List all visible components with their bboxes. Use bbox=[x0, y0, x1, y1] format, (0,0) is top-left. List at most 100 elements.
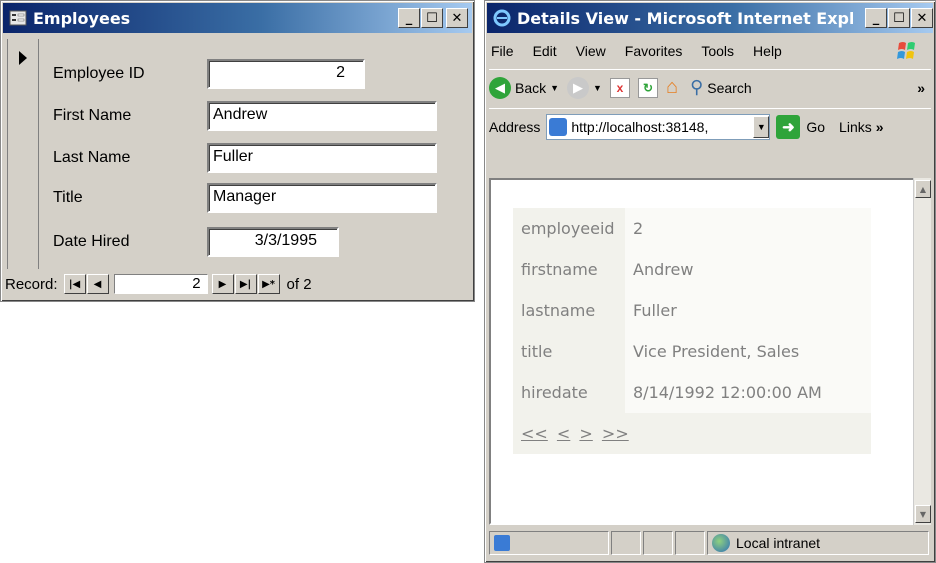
forward-dropdown-icon: ▼ bbox=[593, 82, 602, 93]
details-row: title Vice President, Sales bbox=[513, 331, 871, 372]
search-label: Search bbox=[707, 79, 752, 96]
record-label: Record: bbox=[5, 275, 58, 293]
next-record-button[interactable]: ▶ bbox=[211, 274, 234, 294]
pager-previous-link[interactable]: < bbox=[557, 424, 570, 443]
ie-maximize-button[interactable]: ☐ bbox=[888, 8, 910, 28]
address-dropdown-icon[interactable]: ▼ bbox=[753, 115, 770, 138]
details-row: employeeid 2 bbox=[513, 208, 871, 249]
go-label: Go bbox=[806, 118, 826, 135]
forward-arrow-icon: ▶ bbox=[567, 76, 590, 99]
title-field[interactable]: Manager bbox=[207, 183, 437, 213]
pager-next-link[interactable]: > bbox=[579, 424, 592, 443]
maximize-button[interactable]: ☐ bbox=[421, 8, 443, 28]
stop-icon: x bbox=[609, 77, 630, 98]
search-button[interactable]: ⚲ Search bbox=[690, 77, 752, 98]
scroll-up-icon[interactable]: ▲ bbox=[915, 180, 931, 198]
previous-record-button[interactable]: ◀ bbox=[86, 274, 109, 294]
close-button[interactable]: ✕ bbox=[446, 8, 468, 28]
back-button[interactable]: ◀ Back ▼ bbox=[489, 76, 559, 99]
ie-close-button[interactable]: ✕ bbox=[911, 8, 933, 28]
record-selector[interactable] bbox=[7, 39, 39, 269]
new-record-icon: ▶* bbox=[262, 278, 275, 290]
go-button[interactable]: ➜ Go bbox=[776, 114, 826, 139]
page-content: employeeid 2 firstname Andrew lastname F… bbox=[489, 178, 917, 525]
last-record-button[interactable]: ▶| bbox=[234, 274, 257, 294]
address-input[interactable]: http://localhost:38148, ▼ bbox=[546, 113, 771, 140]
address-label: Address bbox=[489, 118, 541, 135]
menu-edit[interactable]: Edit bbox=[531, 43, 559, 59]
first-record-button[interactable]: |◀ bbox=[63, 274, 86, 294]
forward-button[interactable]: ▶ ▼ bbox=[567, 76, 602, 99]
employee-id-field[interactable]: 2 bbox=[207, 59, 365, 89]
record-number-input[interactable]: 2 bbox=[113, 274, 208, 294]
record-count-label: of 2 bbox=[286, 275, 312, 293]
scroll-down-icon[interactable]: ▼ bbox=[915, 505, 931, 523]
details-field-label: employeeid bbox=[513, 208, 625, 249]
minimize-icon: _ bbox=[405, 10, 413, 26]
pager-first-link[interactable]: << bbox=[521, 424, 548, 443]
minimize-icon: _ bbox=[872, 10, 880, 26]
status-segment bbox=[643, 531, 673, 555]
date-hired-field[interactable]: 3/3/1995 bbox=[207, 227, 339, 257]
back-label: Back bbox=[515, 79, 547, 96]
back-arrow-icon: ◀ bbox=[489, 76, 511, 99]
refresh-button[interactable]: ↻ bbox=[637, 77, 658, 98]
minimize-button[interactable]: _ bbox=[398, 8, 420, 28]
windows-logo-icon bbox=[893, 39, 921, 63]
details-row: firstname Andrew bbox=[513, 249, 871, 290]
maximize-icon: ☐ bbox=[893, 10, 905, 26]
employees-window: Employees _ ☐ ✕ Employee ID 2 First Name… bbox=[0, 0, 475, 302]
stop-button[interactable]: x bbox=[609, 77, 630, 98]
new-record-button[interactable]: ▶* bbox=[257, 274, 280, 294]
details-field-value: Fuller bbox=[625, 290, 871, 331]
ie-address-bar: Address http://localhost:38148, ▼ ➜ Go L… bbox=[489, 108, 931, 144]
maximize-icon: ☐ bbox=[426, 10, 438, 26]
details-row: lastname Fuller bbox=[513, 290, 871, 331]
menu-view[interactable]: View bbox=[574, 43, 608, 59]
field-label-last-name: Last Name bbox=[53, 149, 131, 166]
pager-cell: << < > >> bbox=[513, 413, 871, 454]
field-label-first-name: First Name bbox=[53, 107, 132, 124]
address-url: http://localhost:38148, bbox=[571, 118, 709, 135]
menu-file[interactable]: File bbox=[489, 43, 516, 59]
home-button[interactable]: ⌂ bbox=[666, 76, 678, 99]
status-page-icon-segment bbox=[489, 531, 609, 555]
vertical-scrollbar[interactable]: ▲ ▼ bbox=[913, 178, 931, 525]
field-label-employee-id: Employee ID bbox=[53, 65, 145, 82]
menu-help[interactable]: Help bbox=[751, 43, 784, 59]
details-field-label: hiredate bbox=[513, 372, 625, 413]
details-field-value: 8/14/1992 12:00:00 AM bbox=[625, 372, 871, 413]
links-overflow-icon[interactable]: » bbox=[876, 119, 884, 135]
details-view: employeeid 2 firstname Andrew lastname F… bbox=[513, 208, 871, 454]
last-name-field[interactable]: Fuller bbox=[207, 143, 437, 173]
close-icon: ✕ bbox=[451, 10, 463, 26]
field-label-date-hired: Date Hired bbox=[53, 233, 130, 250]
search-icon: ⚲ bbox=[690, 77, 704, 97]
links-label[interactable]: Links bbox=[839, 119, 872, 135]
details-field-label: lastname bbox=[513, 290, 625, 331]
first-name-field[interactable]: Andrew bbox=[207, 101, 437, 131]
ie-menubar: File Edit View Favorites Tools Help bbox=[489, 37, 931, 65]
ie-minimize-button[interactable]: _ bbox=[865, 8, 887, 28]
details-field-label: firstname bbox=[513, 249, 625, 290]
field-label-title: Title bbox=[53, 189, 83, 206]
status-zone: Local intranet bbox=[707, 531, 929, 555]
menu-favorites[interactable]: Favorites bbox=[623, 43, 685, 59]
pager-last-link[interactable]: >> bbox=[602, 424, 629, 443]
details-row: hiredate 8/14/1992 12:00:00 AM bbox=[513, 372, 871, 413]
ie-title: Details View - Microsoft Internet Explor… bbox=[517, 8, 853, 28]
status-segment bbox=[675, 531, 705, 555]
status-zone-label: Local intranet bbox=[736, 535, 821, 551]
toolbar-overflow-icon[interactable]: » bbox=[917, 80, 925, 96]
details-field-value: Andrew bbox=[625, 249, 871, 290]
current-record-arrow-icon bbox=[19, 51, 27, 65]
page-done-icon bbox=[494, 535, 510, 551]
details-field-label: title bbox=[513, 331, 625, 372]
previous-record-icon: ◀ bbox=[93, 278, 102, 290]
home-icon: ⌂ bbox=[665, 76, 679, 98]
close-icon: ✕ bbox=[916, 10, 928, 26]
menu-tools[interactable]: Tools bbox=[699, 43, 736, 59]
next-record-icon: ▶ bbox=[218, 278, 227, 290]
first-record-icon: |◀ bbox=[68, 278, 81, 290]
last-record-icon: ▶| bbox=[239, 278, 252, 290]
